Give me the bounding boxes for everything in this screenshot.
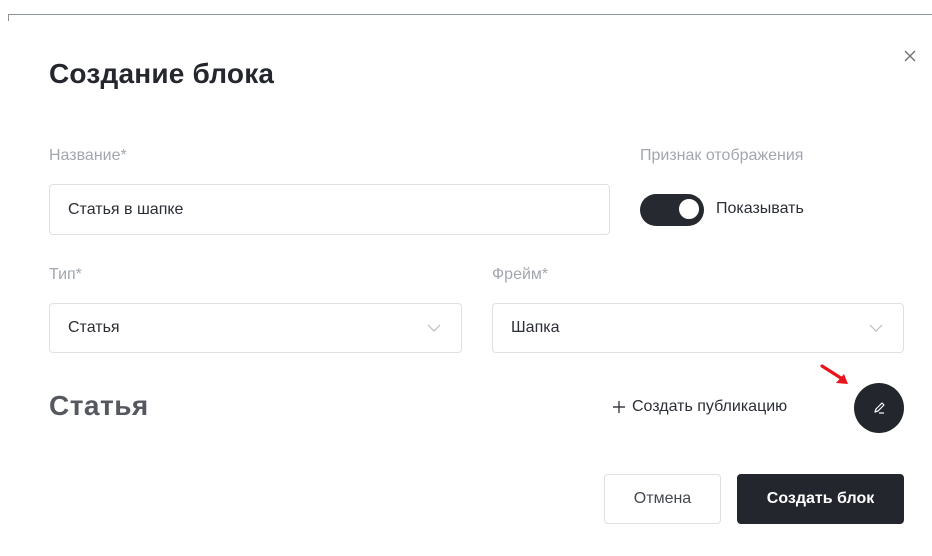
frame-select-value: Шапка <box>511 319 560 336</box>
name-field[interactable]: Статья в шапке <box>49 184 610 235</box>
chevron-down-icon <box>427 324 441 332</box>
display-toggle[interactable] <box>640 194 704 226</box>
modal-corner <box>8 14 9 21</box>
type-select-value: Статья <box>68 319 120 336</box>
type-label: Тип* <box>49 266 82 283</box>
close-icon <box>904 50 916 62</box>
frame-select[interactable]: Шапка <box>492 303 904 353</box>
plus-icon <box>613 401 625 413</box>
edit-button[interactable] <box>854 383 904 433</box>
cancel-button[interactable]: Отмена <box>604 474 721 524</box>
toggle-label: Показывать <box>716 200 804 217</box>
section-title: Статья <box>49 390 149 421</box>
toggle-knob <box>677 197 701 221</box>
chevron-down-icon <box>869 324 883 332</box>
pencil-icon <box>874 402 885 414</box>
create-publication-button[interactable]: Создать публикацию <box>612 398 787 416</box>
modal-top-border <box>8 14 932 15</box>
frame-label: Фрейм* <box>492 266 549 283</box>
create-publication-label: Создать публикацию <box>632 398 788 415</box>
red-arrow-icon <box>820 364 848 384</box>
name-field-value: Статья в шапке <box>68 200 184 218</box>
display-label: Признак отображения <box>640 147 804 164</box>
name-label: Название* <box>49 147 127 164</box>
type-select[interactable]: Статья <box>49 303 462 353</box>
create-block-button[interactable]: Создать блок <box>737 474 904 524</box>
close-button[interactable] <box>898 44 922 68</box>
modal-title: Создание блока <box>49 58 275 89</box>
